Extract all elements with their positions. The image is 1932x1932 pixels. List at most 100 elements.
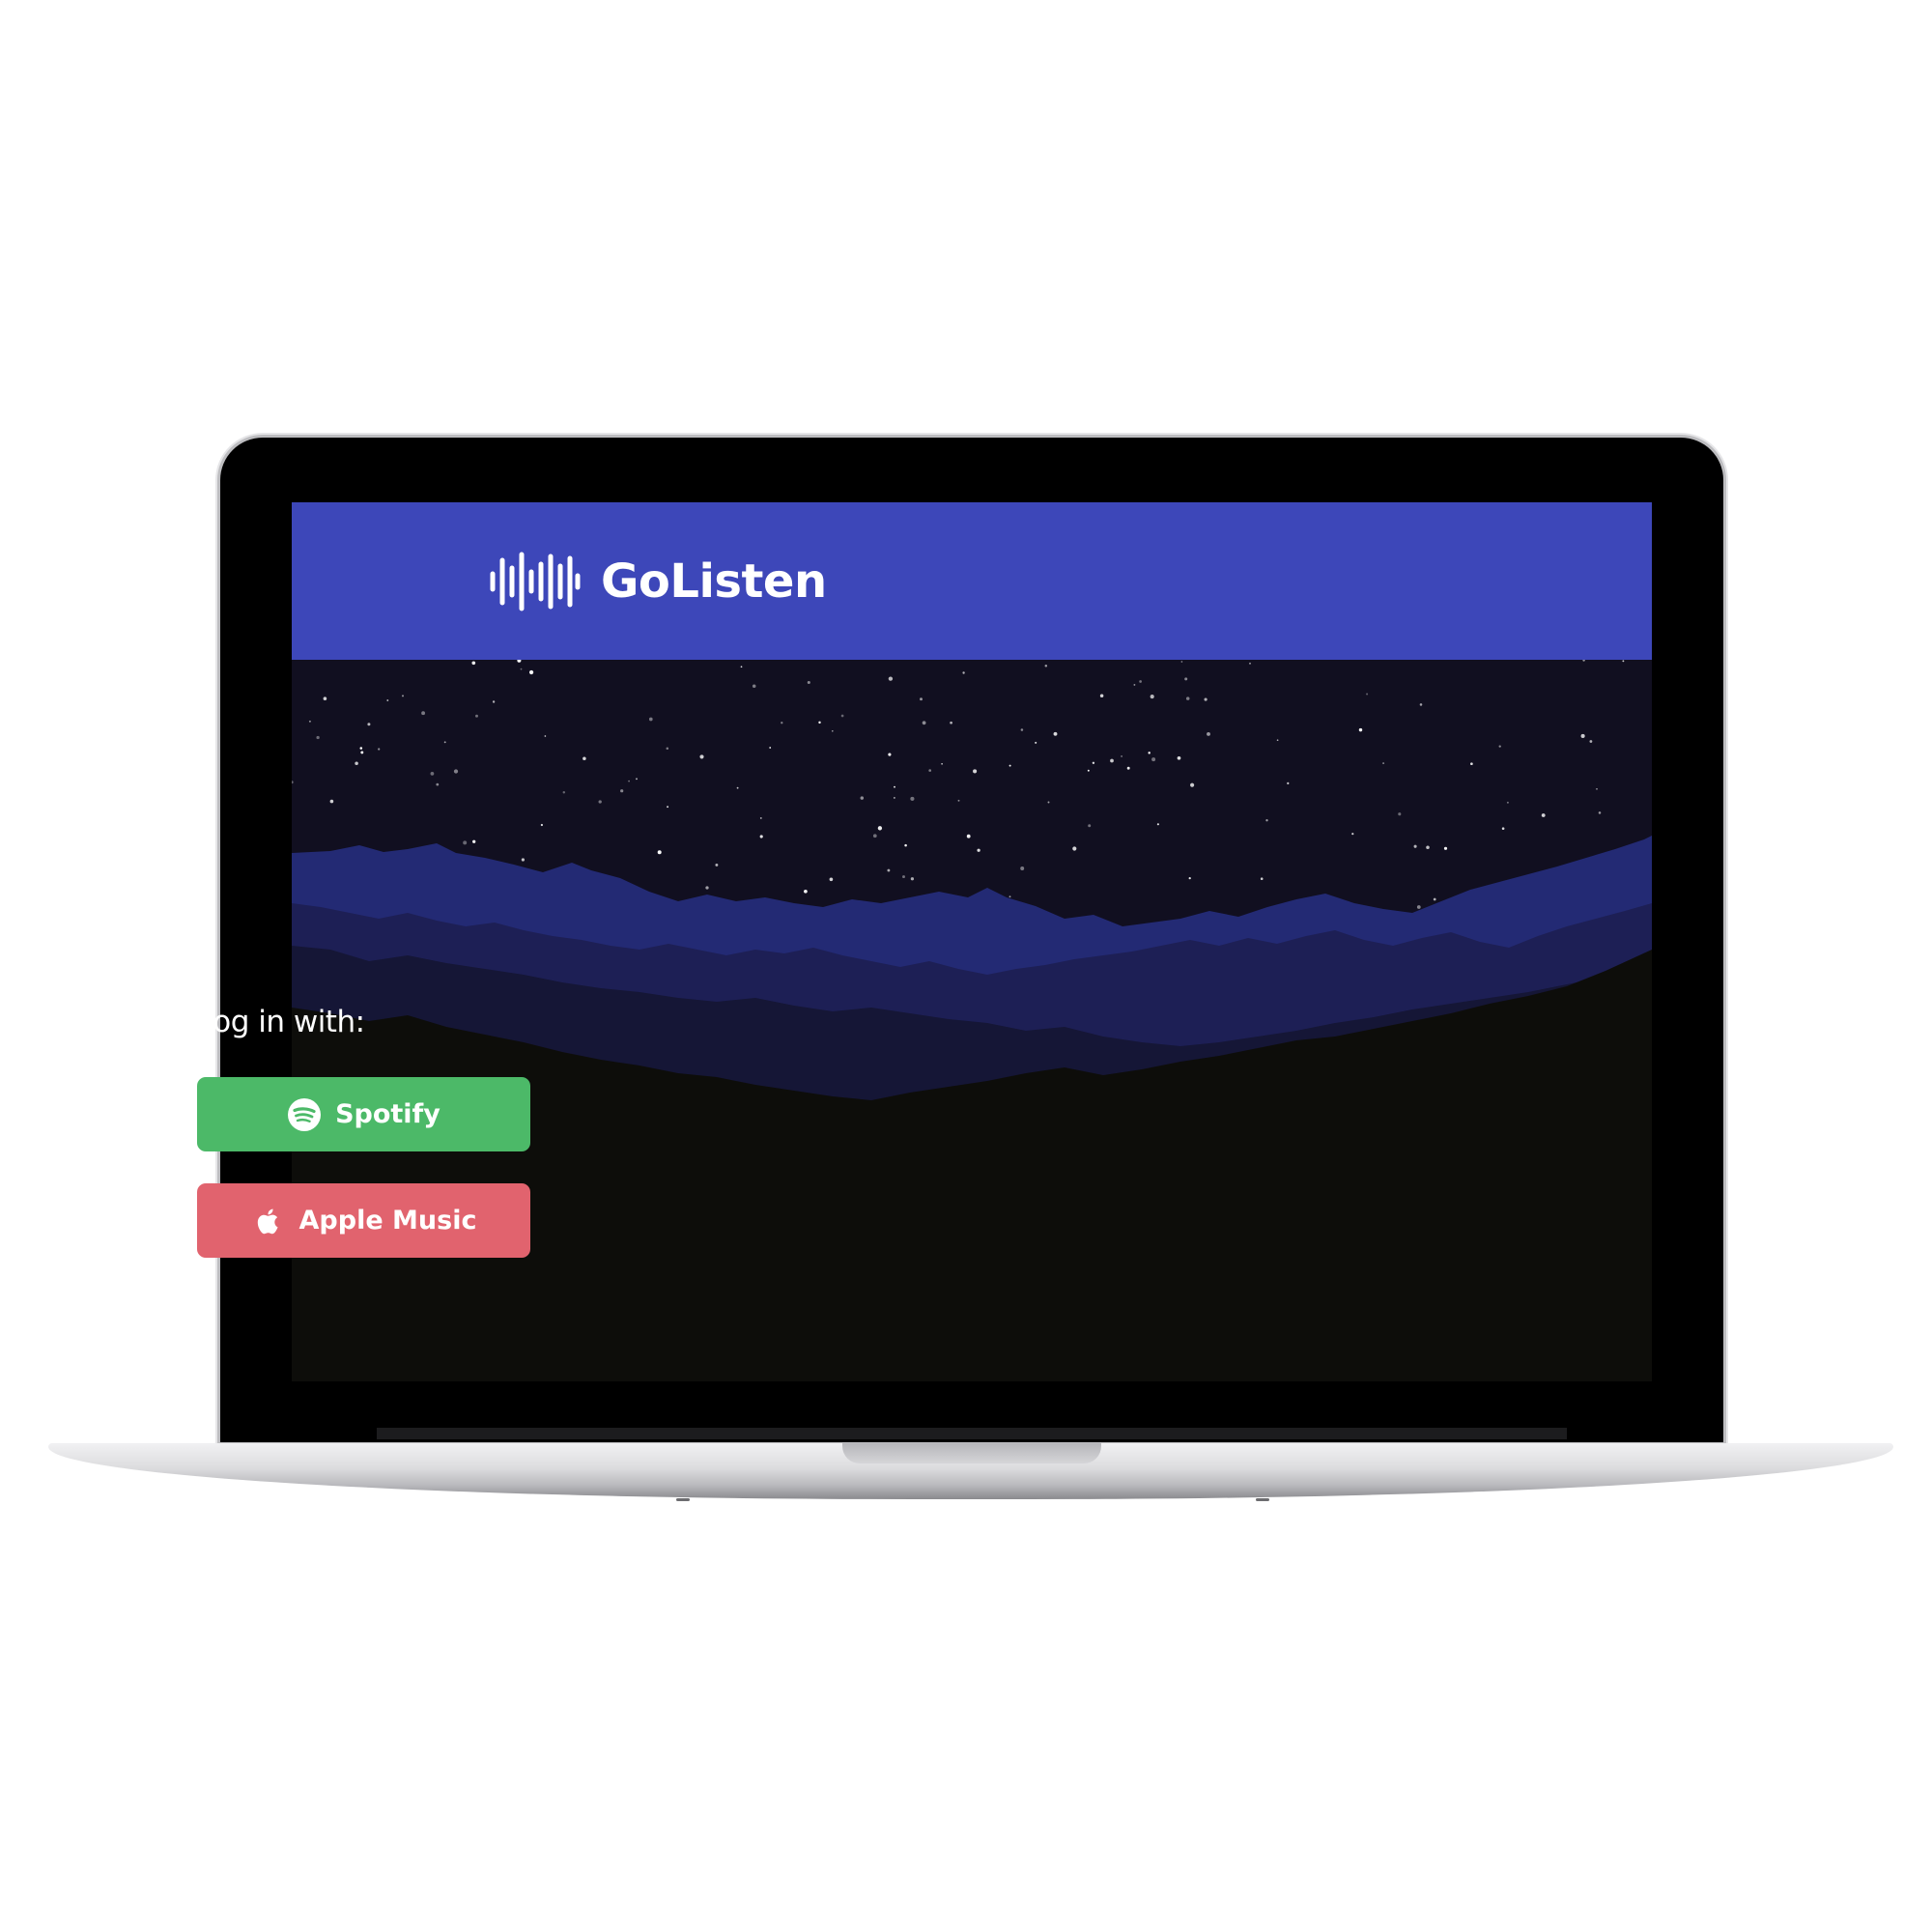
apple-music-login-button[interactable]: Apple Music [197,1183,530,1258]
star [1020,867,1025,870]
star [950,721,952,724]
star [888,753,892,756]
star [1190,782,1195,787]
star [902,875,905,879]
star [463,840,468,845]
star [323,696,327,700]
star [1035,741,1037,744]
star [1207,731,1210,736]
mockup-stage: GoListen Expand your music. Find your rh… [0,0,1932,1932]
star [1047,801,1050,804]
star [920,697,923,701]
spotify-login-button[interactable]: Spotify [197,1077,530,1151]
star [1044,665,1048,668]
star [1358,727,1363,732]
star [1287,781,1290,785]
star [528,669,534,675]
star [1072,846,1077,851]
app-logo-text[interactable]: GoListen [601,551,827,612]
star [740,666,743,668]
laptop-foot [676,1498,690,1501]
star [1126,766,1130,770]
star [628,780,630,782]
star [1249,662,1251,665]
star [818,721,821,724]
star [562,790,566,794]
star [781,722,783,724]
star [1589,740,1593,743]
star [1092,761,1095,764]
apple-music-button-label: Apple Music [298,1206,477,1236]
star [887,868,891,872]
star [860,796,865,800]
star [910,877,915,881]
star [877,826,883,831]
star [386,699,389,701]
star [475,714,478,718]
star [1009,895,1011,898]
star [904,843,907,847]
laptop-foot [1256,1498,1269,1501]
star [1265,819,1268,822]
star [769,747,772,749]
star [1382,762,1385,765]
star [1398,812,1402,816]
star [1443,846,1448,850]
star [1580,733,1585,738]
star [804,889,808,894]
headline-line-2: Find your rhythm. [197,346,851,423]
star [840,714,844,718]
star [1413,844,1417,848]
star [888,676,894,681]
star [1416,905,1421,909]
apple-icon [257,1208,278,1234]
star [540,823,544,827]
star [1366,693,1369,696]
star [1150,695,1154,699]
star [1260,877,1264,880]
star [1177,755,1181,760]
star [378,748,381,751]
star [657,850,662,855]
night-sky-illustration [292,660,1652,1381]
star [1501,827,1505,830]
star [829,877,834,882]
star [666,747,669,750]
star [492,700,496,703]
star [1622,660,1625,663]
star [430,772,435,776]
star [636,778,638,781]
spotify-icon [288,1097,322,1131]
star [1180,661,1183,663]
star [620,789,624,793]
star [648,717,653,722]
star [401,695,405,697]
star [1598,811,1602,814]
star [966,834,971,838]
star [807,680,810,685]
star [1151,757,1156,762]
hero-section [292,660,1652,1381]
star [1110,758,1114,763]
star [359,747,363,750]
star [894,785,895,788]
star [1053,731,1058,736]
laptop-hinge-strip [377,1428,1567,1439]
star [436,782,440,786]
star [1541,813,1546,817]
star [1087,769,1090,772]
star [1009,764,1011,767]
star [1184,677,1188,681]
star [316,735,320,740]
star [598,800,602,804]
star [928,769,932,772]
star [759,816,762,819]
star [910,796,915,801]
star [667,806,669,809]
star [922,721,926,725]
star [453,769,459,774]
headline-line-1: Expand your music. [197,256,909,333]
star [752,684,756,688]
star [715,863,719,867]
star [894,797,895,799]
